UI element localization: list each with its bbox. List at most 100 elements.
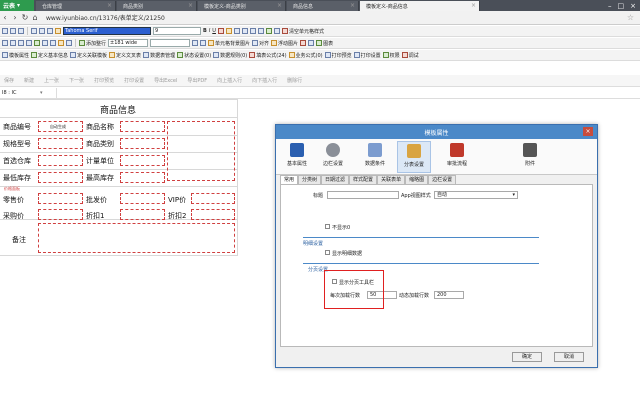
close-icon[interactable]: ×	[471, 2, 476, 9]
action-insert-above[interactable]: 向上插入行	[217, 77, 242, 84]
debug-button[interactable]: 调试	[401, 51, 419, 60]
tab-sidebar[interactable]: 边栏设置	[428, 175, 457, 184]
wholesale-price-field[interactable]	[120, 193, 165, 204]
tab-thumbnail[interactable]: 缩略图	[405, 175, 429, 184]
formula-input[interactable]	[56, 87, 640, 98]
discount2-field[interactable]	[191, 209, 235, 220]
tab-style-config[interactable]: 样式配置	[349, 175, 378, 184]
chart-small-icon[interactable]	[66, 40, 72, 46]
cell-reference[interactable]: I8 : IC	[0, 90, 40, 96]
cancel-button[interactable]: 取消	[554, 352, 584, 362]
action-new[interactable]: 新建	[24, 77, 34, 84]
insert-col-icon[interactable]	[26, 40, 32, 46]
column-width-select[interactable]: ±181 wide	[108, 39, 149, 47]
unit-field[interactable]	[120, 155, 165, 166]
warehouse-field[interactable]	[38, 155, 83, 166]
clear-format-button[interactable]: 清空单元格样式	[281, 27, 324, 36]
border-style-icon[interactable]	[192, 40, 199, 46]
save-icon[interactable]	[2, 28, 8, 34]
align-center-icon[interactable]	[241, 28, 248, 34]
browser-tab[interactable]: 仓库管理 ×	[36, 1, 116, 11]
product-name-field[interactable]	[120, 121, 165, 132]
cross-table-button[interactable]: 定义文叉表	[109, 51, 141, 60]
tab-date-filter[interactable]: 日期过滤	[321, 175, 350, 184]
maximize-icon[interactable]: □	[618, 2, 625, 10]
app-menu-button[interactable]: 云表 ▾	[0, 0, 34, 11]
purchase-price-field[interactable]	[38, 209, 83, 220]
business-formula-button[interactable]: 业务公式(0)	[288, 51, 323, 60]
browser-tab[interactable]: 商品信息 ×	[287, 1, 359, 11]
permissions-button[interactable]: 权限	[382, 51, 400, 60]
vip-price-field[interactable]	[191, 193, 235, 204]
font-size-select[interactable]: 9	[153, 27, 201, 35]
product-image-field[interactable]	[167, 121, 235, 181]
product-code-field[interactable]: 自动生成	[38, 121, 83, 132]
close-icon[interactable]: ×	[188, 2, 193, 9]
ok-button[interactable]: 确定	[512, 352, 542, 362]
app-view-select[interactable]: 自动 ▾	[434, 191, 518, 199]
ribbon-attachments[interactable]: 附件	[513, 141, 547, 173]
title-input[interactable]	[327, 191, 399, 199]
action-next[interactable]: 下一张	[69, 77, 84, 84]
align-button[interactable]: 对齐	[252, 39, 269, 48]
color-icon[interactable]	[300, 40, 307, 46]
max-stock-field[interactable]	[120, 172, 165, 183]
ribbon-split-settings[interactable]: 分表设置	[397, 141, 431, 173]
float-image-button[interactable]: 浮动图片	[271, 39, 298, 48]
line-style-select[interactable]	[150, 39, 191, 47]
fill-color-icon[interactable]	[225, 28, 232, 34]
align-left-icon[interactable]	[233, 28, 240, 34]
url-text[interactable]: www.iyunbiao.cn/13176/表单定义/21250	[46, 13, 165, 22]
tab-linked-forms[interactable]: 关联表单	[377, 175, 406, 184]
function-icon[interactable]: ▾	[40, 90, 56, 96]
wrap-icon[interactable]	[273, 28, 280, 34]
border-color-icon[interactable]	[200, 40, 207, 46]
spec-field[interactable]	[38, 138, 83, 149]
chart-button[interactable]: 图表	[316, 39, 333, 48]
cell-background-button[interactable]: 单元格背景图片	[208, 39, 250, 48]
min-stock-field[interactable]	[38, 172, 83, 183]
action-prev[interactable]: 上一张	[44, 77, 59, 84]
merge-icon[interactable]	[265, 28, 272, 34]
filter-icon[interactable]	[50, 40, 56, 46]
browser-tab[interactable]: 商品类别 ×	[117, 1, 197, 11]
font-name-select[interactable]: Tahoma Serif	[63, 27, 151, 35]
home-icon[interactable]: ⌂	[30, 13, 40, 22]
action-save[interactable]: 保存	[4, 77, 14, 84]
remark-field[interactable]	[38, 223, 235, 253]
font-color-icon[interactable]	[217, 28, 224, 34]
template-properties-button[interactable]: 模板属性	[2, 51, 29, 60]
border-icon[interactable]	[257, 28, 264, 34]
sort-icon[interactable]	[42, 40, 48, 46]
category-field[interactable]	[120, 138, 165, 149]
sum-icon[interactable]	[34, 40, 40, 46]
retail-price-field[interactable]	[38, 193, 83, 204]
ribbon-basic-properties[interactable]: 基本属性	[280, 141, 314, 173]
copy-icon[interactable]	[39, 28, 45, 34]
underline-button[interactable]: U	[212, 27, 216, 36]
close-icon[interactable]: ×	[350, 2, 355, 9]
tab-category-tree[interactable]: 分类树	[298, 175, 322, 184]
image-icon[interactable]	[58, 40, 64, 46]
insert-row-icon[interactable]	[18, 40, 24, 46]
bookmark-star-icon[interactable]: ☆	[627, 13, 634, 22]
forward-icon[interactable]: ›	[10, 13, 20, 22]
fill-formula-button[interactable]: 填表公式(24)	[249, 51, 287, 60]
close-icon[interactable]: ×	[583, 127, 593, 136]
align-right-icon[interactable]	[249, 28, 256, 34]
discount1-field[interactable]	[120, 209, 165, 220]
action-export-pdf[interactable]: 导出PDF	[187, 77, 207, 84]
redo-icon[interactable]	[18, 28, 24, 34]
back-icon[interactable]: ‹	[0, 13, 10, 22]
datatable-manage-button[interactable]: 数据表管理	[143, 51, 175, 60]
print-preview-button[interactable]: 打印预览	[324, 51, 352, 60]
minimize-icon[interactable]: –	[608, 2, 612, 10]
browser-tab[interactable]: 模板定义-商品类别 ×	[198, 1, 286, 11]
ribbon-data-conditions[interactable]: 数据条件	[358, 141, 392, 173]
action-insert-below[interactable]: 向下插入行	[252, 77, 277, 84]
show-detail-checkbox[interactable]	[325, 250, 330, 255]
action-export-excel[interactable]: 导出Excel	[154, 77, 177, 84]
add-row-button[interactable]: 添加整行	[79, 39, 106, 48]
ribbon-approval-flow[interactable]: 审批流程	[440, 141, 474, 173]
bold-button[interactable]: B	[203, 27, 207, 36]
